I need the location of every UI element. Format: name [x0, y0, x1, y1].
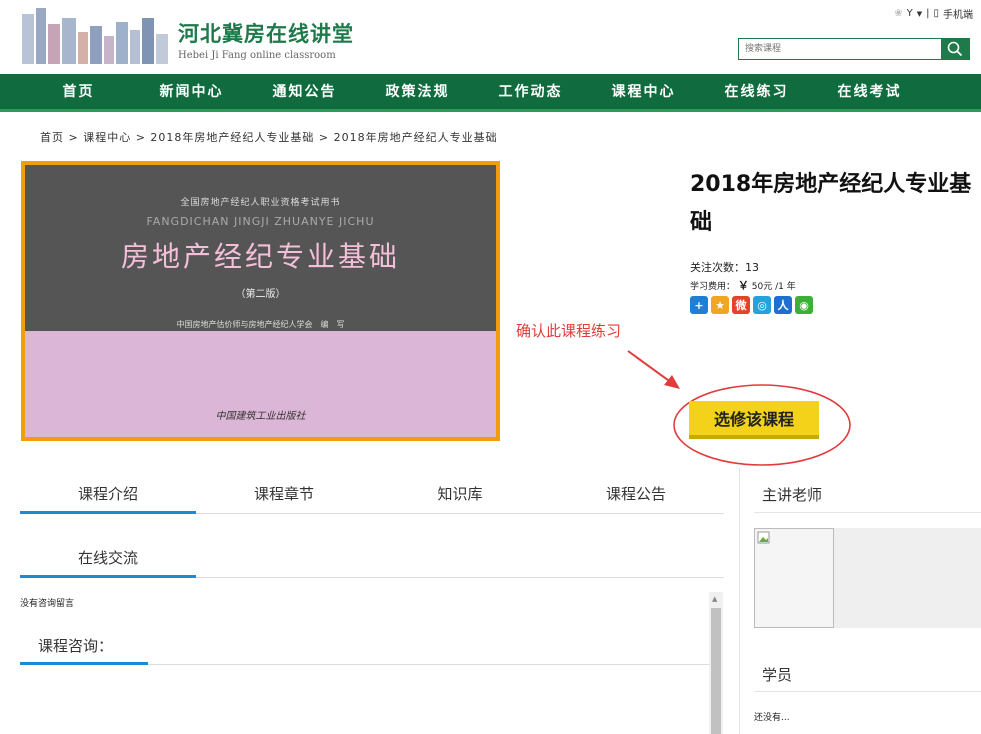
nav-practice[interactable]: 在线练习: [700, 74, 813, 109]
mobile-icon: ▯: [933, 8, 939, 19]
mobile-link[interactable]: 手机端: [943, 6, 973, 21]
nav-policies[interactable]: 政策法规: [361, 74, 474, 109]
consult-label: 课程咨询：: [20, 630, 148, 665]
nav-courses[interactable]: 课程中心: [587, 74, 700, 109]
header: 河北冀房在线讲堂 Hebei Ji Fang online classroom …: [0, 0, 981, 74]
qzone-icon[interactable]: ★: [711, 296, 729, 314]
cover-edition: （第二版）: [235, 289, 286, 300]
consult-scrollbar[interactable]: ▲: [709, 592, 723, 734]
cover-series: 全国房地产经纪人职业资格考试用书: [180, 198, 341, 208]
site-subtitle: Hebei Ji Fang online classroom: [178, 50, 336, 61]
tab-row-2: 在线交流: [20, 542, 724, 578]
share-icons: + ★ 微 ◎ 人 ◉: [690, 296, 813, 314]
nav-exam[interactable]: 在线考试: [813, 74, 926, 109]
no-consult-message: 没有咨询留言: [20, 599, 75, 609]
fee-value: 50元 /1 年: [751, 282, 796, 292]
tab-row-1: 课程介绍 课程章节 知识库 课程公告: [20, 478, 724, 514]
tab-chapters[interactable]: 课程章节: [196, 478, 372, 513]
renren-icon[interactable]: 人: [774, 296, 792, 314]
cover-title: 房地产经纪专业基础: [120, 240, 400, 273]
nav-notices[interactable]: 通知公告: [248, 74, 361, 109]
main-nav: 首页 新闻中心 通知公告 政策法规 工作动态 课程中心 在线练习 在线考试: [0, 74, 981, 112]
enroll-course-button[interactable]: 选修该课程: [689, 401, 819, 439]
divider: [754, 691, 981, 692]
course-title: 2018年房地产经纪人专业基础: [690, 172, 972, 235]
sidebar: 主讲老师 学员 还没有...: [739, 468, 981, 734]
nav-home[interactable]: 首页: [22, 74, 135, 109]
nav-work[interactable]: 工作动态: [474, 74, 587, 109]
annotation-text: 确认此课程练习: [516, 322, 622, 340]
chevron-down-icon[interactable]: ▼: [917, 10, 922, 18]
yen-symbol: ￥: [737, 279, 749, 292]
user-avatar-icon: ❀: [894, 8, 903, 19]
course-cover-image: 全国房地产经纪人职业资格考试用书 FANGDICHAN JINGJI ZHUAN…: [21, 161, 500, 441]
site-title: 河北冀房在线讲堂: [178, 22, 354, 46]
teacher-photo[interactable]: [754, 528, 834, 628]
divider: |: [926, 8, 930, 19]
cover-publisher: 中国建筑工业出版社: [215, 411, 306, 422]
search-icon: [947, 41, 963, 57]
tab-online-chat[interactable]: 在线交流: [20, 542, 196, 578]
top-right-links: ❀ Y ▼ | ▯ 手机端: [894, 6, 973, 21]
teacher-title: 主讲老师: [762, 486, 823, 504]
logo-buildings-icon: [22, 8, 168, 64]
broken-image-icon: [757, 531, 770, 544]
wechat-icon[interactable]: ◉: [795, 296, 813, 314]
fee-label: 学习费用：: [690, 282, 736, 292]
breadcrumb[interactable]: 首页 > 课程中心 > 2018年房地产经纪人专业基础 > 2018年房地产经纪…: [40, 129, 498, 145]
course-fee: 学习费用： ￥ 50元 /1 年: [690, 277, 796, 293]
student-none-text: 还没有...: [754, 713, 790, 723]
course-tabs: 课程介绍 课程章节 知识库 课程公告 在线交流: [20, 478, 724, 578]
user-menu[interactable]: Y: [907, 8, 913, 19]
nav-news[interactable]: 新闻中心: [135, 74, 248, 109]
cover-pinyin: FANGDICHAN JINGJI ZHUANYE JICHU: [146, 215, 375, 228]
scroll-up-icon[interactable]: ▲: [712, 595, 717, 603]
tab-announcements[interactable]: 课程公告: [548, 478, 724, 513]
tab-course-intro[interactable]: 课程介绍: [20, 478, 196, 514]
weibo-icon[interactable]: 微: [732, 296, 750, 314]
search-input[interactable]: [739, 39, 941, 59]
follow-count: 关注次数：13: [690, 261, 759, 274]
divider: [754, 512, 981, 513]
search-button[interactable]: [941, 39, 969, 59]
plus-share-icon[interactable]: +: [690, 296, 708, 314]
tencent-weibo-icon[interactable]: ◎: [753, 296, 771, 314]
student-title: 学员: [762, 666, 793, 684]
search-box: [738, 38, 970, 60]
consult-section: 课程咨询：: [20, 630, 710, 665]
scroll-thumb[interactable]: [711, 608, 721, 734]
teacher-card[interactable]: [754, 528, 981, 628]
cover-author: 中国房地产估价师与房地产经纪人学会 编 写: [176, 320, 345, 329]
cover-bottom: [25, 331, 496, 437]
tab-knowledge-base[interactable]: 知识库: [372, 478, 548, 513]
